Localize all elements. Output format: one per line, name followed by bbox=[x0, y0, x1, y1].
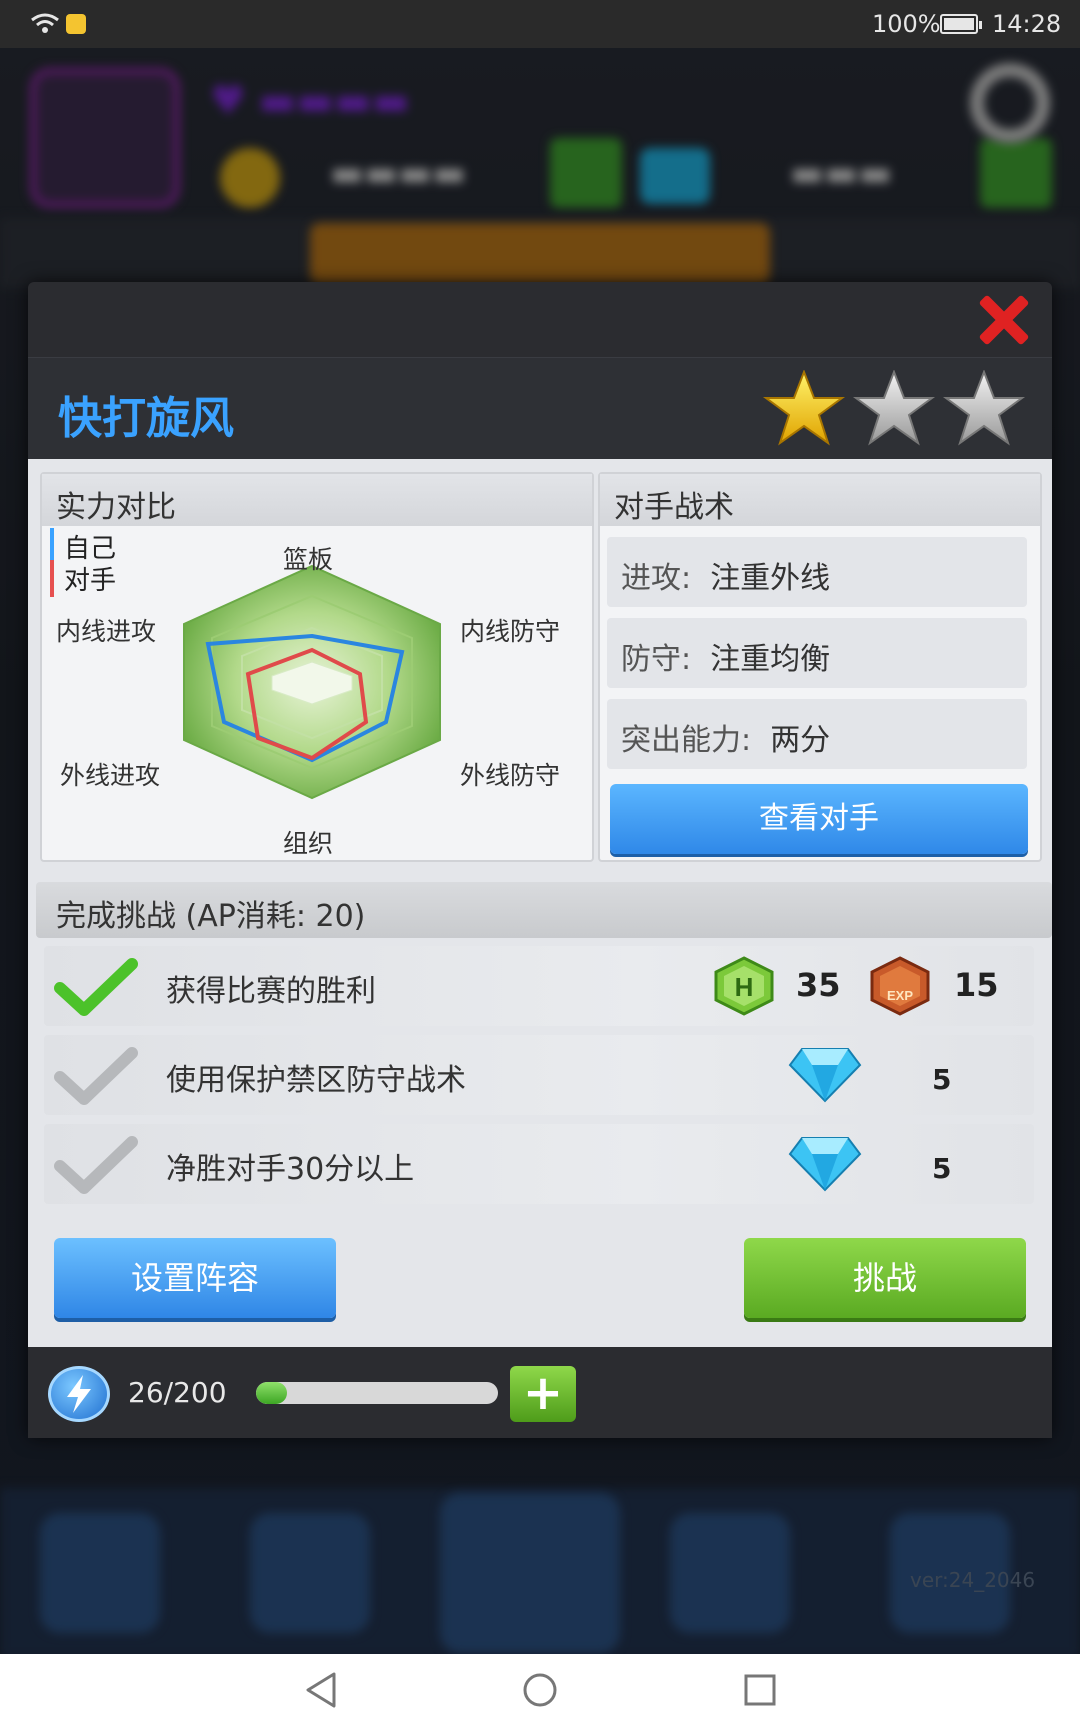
radar-axis-label: 内线进攻 bbox=[56, 617, 157, 646]
reward-amount: 5 bbox=[932, 1152, 952, 1185]
strength-panel-heading: 实力对比 bbox=[42, 474, 592, 526]
dialog-title: 快打旋风 bbox=[58, 393, 234, 444]
lightning-energy-icon bbox=[48, 1366, 110, 1422]
battery-percent: 100% bbox=[872, 10, 941, 38]
legend-opponent: 对手 bbox=[50, 560, 116, 597]
home-icon[interactable] bbox=[518, 1668, 562, 1712]
challenge-button[interactable]: 挑战 bbox=[744, 1238, 1026, 1318]
diamond-icon bbox=[788, 1048, 862, 1103]
system-nav-bar bbox=[0, 1654, 1080, 1728]
reward-amount: 35 bbox=[796, 966, 841, 1004]
h-coin-icon: H bbox=[714, 956, 774, 1016]
tactic-key: 进攻: bbox=[621, 561, 692, 596]
radar-axis-label: 篮板 bbox=[283, 545, 334, 574]
tactic-key: 突出能力: bbox=[621, 723, 752, 758]
svg-text:H: H bbox=[735, 972, 754, 1002]
tactic-key: 防守: bbox=[621, 642, 692, 677]
radar-chart bbox=[183, 564, 441, 800]
challenge-section-heading: 完成挑战 (AP消耗: 20) bbox=[36, 882, 1052, 938]
radar-axis-label: 外线进攻 bbox=[60, 761, 161, 790]
reward-amount: 5 bbox=[932, 1063, 952, 1096]
view-opponent-button[interactable]: 查看对手 bbox=[610, 784, 1028, 854]
notification-icon bbox=[66, 14, 86, 34]
battery-icon bbox=[940, 14, 982, 34]
task-text: 获得比赛的胜利 bbox=[166, 974, 376, 1009]
star-filled-icon bbox=[762, 370, 846, 446]
tactic-value: 注重外线 bbox=[710, 561, 831, 596]
add-ap-button[interactable]: + bbox=[510, 1366, 576, 1422]
check-pending-icon bbox=[54, 1136, 138, 1194]
exp-icon: EXP bbox=[870, 956, 930, 1016]
set-lineup-button[interactable]: 设置阵容 bbox=[54, 1238, 336, 1318]
status-bar: 100% 14:28 bbox=[0, 0, 1080, 48]
radar-axis-label: 外线防守 bbox=[460, 761, 561, 790]
close-button[interactable] bbox=[972, 292, 1034, 348]
reward-amount: 15 bbox=[954, 966, 999, 1004]
clock: 14:28 bbox=[992, 10, 1062, 38]
ap-amount: 26/200 bbox=[128, 1376, 227, 1409]
task-row: 获得比赛的胜利 H 35 EXP 15 bbox=[44, 946, 1034, 1026]
task-text: 使用保护禁区防守战术 bbox=[166, 1063, 466, 1098]
radar-axis-label: 内线防守 bbox=[460, 617, 561, 646]
diamond-icon bbox=[788, 1137, 862, 1192]
svg-text:EXP: EXP bbox=[887, 988, 913, 1003]
wifi-icon bbox=[31, 13, 59, 33]
task-row: 净胜对手30分以上 5 bbox=[44, 1124, 1034, 1204]
tactic-value: 注重均衡 bbox=[710, 642, 831, 677]
recent-apps-icon[interactable] bbox=[738, 1668, 782, 1712]
back-icon[interactable] bbox=[300, 1668, 344, 1712]
ap-progress-fill bbox=[256, 1382, 288, 1404]
task-row: 使用保护禁区防守战术 5 bbox=[44, 1035, 1034, 1115]
star-empty-icon bbox=[852, 370, 936, 446]
radar-axis-label: 组织 bbox=[283, 829, 334, 858]
tactic-value: 两分 bbox=[770, 723, 831, 758]
tactic-defense-row: 防守: 注重均衡 bbox=[607, 618, 1027, 688]
check-done-icon bbox=[54, 958, 138, 1016]
check-pending-icon bbox=[54, 1047, 138, 1105]
tactic-ability-row: 突出能力: 两分 bbox=[607, 699, 1027, 769]
ap-progress-bar bbox=[256, 1382, 498, 1404]
star-empty-icon bbox=[942, 370, 1026, 446]
tactics-panel-heading: 对手战术 bbox=[600, 474, 1040, 526]
task-text: 净胜对手30分以上 bbox=[166, 1152, 415, 1187]
tactic-offense-row: 进攻: 注重外线 bbox=[607, 537, 1027, 607]
